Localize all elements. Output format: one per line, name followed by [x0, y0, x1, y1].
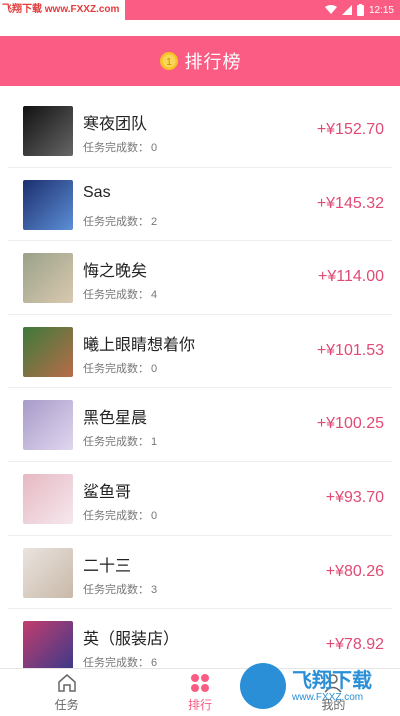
task-count-label: 任务完成数：: [83, 436, 149, 449]
tab-label: 排行: [187, 698, 212, 712]
avatar: [23, 621, 73, 668]
task-count-label: 任务完成数：: [83, 362, 149, 375]
tab-profile[interactable]: 我的: [267, 669, 400, 716]
avatar: [23, 473, 73, 524]
earnings-amount: +¥152.70: [316, 121, 384, 138]
user-name: 英（服装店）: [83, 631, 180, 649]
coin-icon: 1: [159, 52, 178, 70]
task-count-label: 任务完成数：: [83, 583, 149, 596]
leaderboard-row[interactable]: Sas 任务完成数： 2 +¥145.32: [8, 168, 392, 242]
task-count-label: 任务完成数：: [83, 215, 149, 228]
header-gap: [0, 20, 400, 36]
tab-ranking[interactable]: 排行: [133, 669, 266, 716]
user-name: Sas: [83, 183, 111, 201]
user-name: 二十三: [83, 557, 132, 575]
bottom-tab-bar: 任务 排行 我的: [0, 668, 400, 716]
task-count-value: 0: [151, 509, 158, 522]
task-count: 任务完成数： 2: [83, 213, 157, 229]
task-count: 任务完成数： 4: [83, 286, 157, 302]
user-name: 黑色星晨: [83, 410, 148, 428]
task-count: 任务完成数： 1: [83, 433, 157, 449]
task-count: 任务完成数： 0: [83, 507, 157, 523]
earnings-amount: +¥93.70: [325, 488, 384, 506]
avatar: [23, 326, 73, 377]
wifi-icon: [324, 5, 337, 14]
leaderboard-row[interactable]: 黑色星晨任务完成数： 1 +¥100.25: [8, 388, 392, 462]
task-count: 任务完成数： 3: [83, 581, 157, 597]
profile-icon: [324, 674, 342, 693]
task-count-value: 3: [151, 583, 158, 596]
leaderboard-row[interactable]: 寒夜团队任务完成数： 0 +¥152.70: [8, 94, 392, 168]
earnings-amount: +¥100.25: [316, 415, 384, 433]
watermark-label: 飞翔下载 www.FXXZ.com: [0, 0, 126, 20]
tab-tasks[interactable]: 任务: [0, 669, 133, 716]
status-bar: 飞翔下载 www.FXXZ.com 12:15: [0, 0, 400, 20]
task-count-value: 0: [151, 142, 158, 154]
task-count-value: 6: [151, 657, 158, 668]
home-icon: [57, 674, 76, 692]
ranking-icon: [190, 674, 209, 692]
user-name: 悔之晚矣: [83, 263, 148, 281]
earnings-amount: +¥145.32: [316, 194, 384, 212]
avatar: [23, 400, 73, 451]
page-header: 1 排行榜: [0, 36, 400, 86]
signal-icon: [341, 5, 352, 15]
battery-icon: [356, 4, 364, 16]
task-count-label: 任务完成数：: [83, 657, 149, 668]
leaderboard-row[interactable]: 悔之晚矣任务完成数： 4 +¥114.00: [8, 241, 392, 315]
task-count: 任务完成数： 0: [83, 360, 157, 376]
clock: 12:15: [368, 4, 394, 16]
leaderboard-row[interactable]: 曦上眼睛想着你 任务完成数： 0 +¥101.53: [8, 315, 392, 389]
avatar: [23, 106, 73, 156]
leaderboard-row[interactable]: 二十三任务完成数： 3 +¥80.26: [8, 536, 392, 610]
task-count: 任务完成数： 6: [83, 654, 157, 668]
svg-text:1: 1: [166, 57, 172, 68]
task-count-value: 4: [151, 289, 158, 302]
user-name: 寒夜团队: [83, 116, 148, 133]
earnings-amount: +¥78.92: [325, 636, 384, 654]
task-count-label: 任务完成数：: [83, 289, 149, 302]
leaderboard-row[interactable]: 英（服装店） 任务完成数： 6 +¥78.92: [8, 609, 392, 668]
avatar: [23, 179, 73, 230]
user-name: 曦上眼睛想着你: [83, 336, 196, 354]
earnings-amount: +¥114.00: [318, 268, 384, 286]
tab-label: 我的: [321, 698, 346, 712]
task-count-value: 2: [151, 215, 158, 228]
task-count: 任务完成数： 0: [83, 139, 157, 155]
leaderboard-row[interactable]: 鲨鱼哥任务完成数： 0 +¥93.70: [8, 462, 392, 536]
user-name: 鲨鱼哥: [83, 483, 132, 501]
page-title: 排行榜: [184, 52, 242, 72]
task-count-value: 0: [151, 362, 158, 375]
earnings-amount: +¥80.26: [325, 562, 384, 580]
leaderboard-list[interactable]: 寒夜团队 任务完成数： 0 +¥152.70 Sas 任务完成数： 2 +¥145.32 悔之晚…: [0, 94, 400, 668]
avatar: [23, 253, 73, 304]
task-count-value: 1: [151, 436, 158, 449]
system-indicators: 12:15: [324, 0, 394, 20]
avatar: [23, 547, 73, 598]
task-count-label: 任务完成数：: [83, 509, 149, 522]
earnings-amount: +¥101.53: [316, 341, 384, 359]
tab-label: 任务: [54, 698, 79, 712]
task-count-label: 任务完成数：: [83, 142, 149, 154]
